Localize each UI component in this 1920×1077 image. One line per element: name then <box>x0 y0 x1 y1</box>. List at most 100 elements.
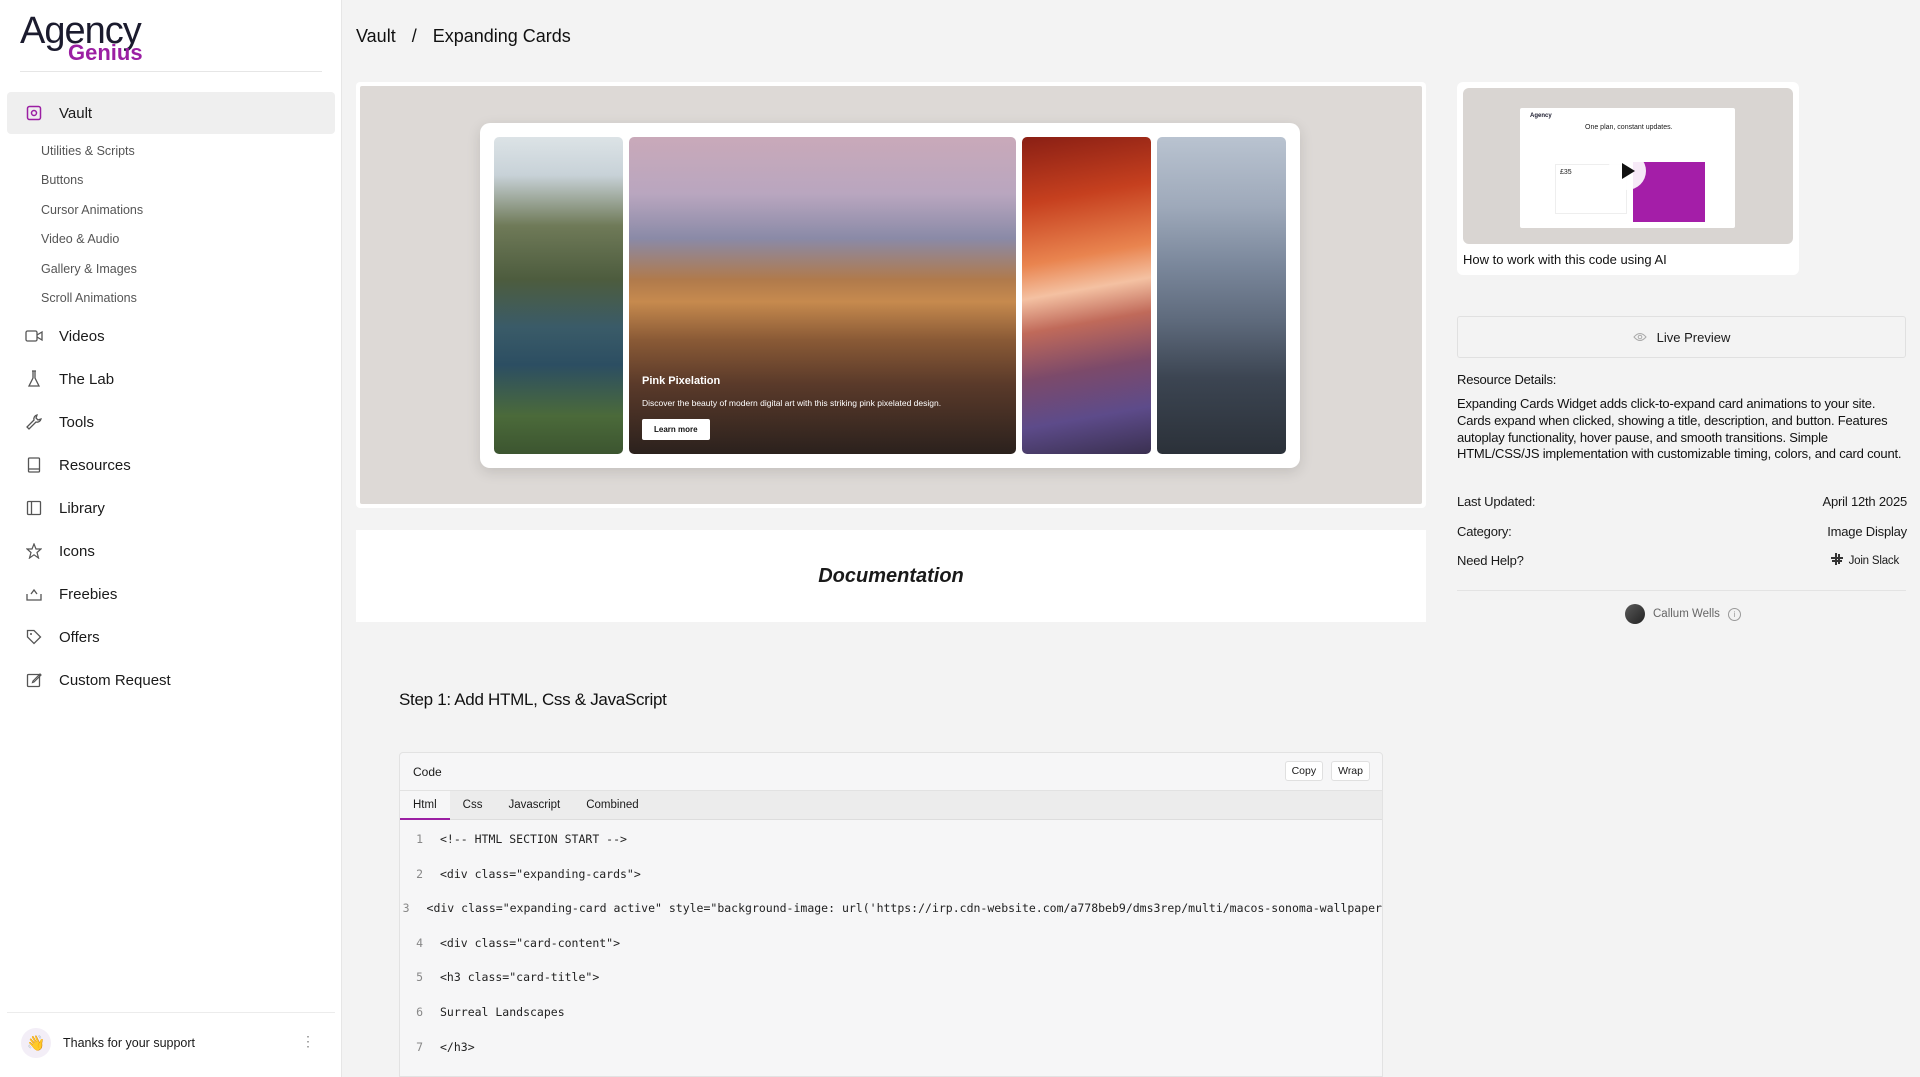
sidebar-item-label: Vault <box>59 104 93 122</box>
code-tabs: Html Css Javascript Combined <box>400 790 1382 820</box>
sidebar-subitem-buttons[interactable]: Buttons <box>41 170 83 190</box>
sidebar-item-label: Tools <box>59 413 95 431</box>
last-updated-value: April 12th 2025 <box>1822 494 1908 509</box>
sidebar-item-label: Offers <box>59 628 100 646</box>
card-description: Discover the beauty of modern digital ar… <box>642 398 942 408</box>
expanding-card-3[interactable] <box>1022 137 1151 454</box>
slack-icon <box>1830 553 1843 568</box>
edit-icon <box>25 671 43 689</box>
wrench-icon <box>25 413 43 431</box>
join-slack-link[interactable]: Join Slack <box>1830 553 1900 568</box>
sidebar-item-offers[interactable]: Offers <box>7 616 335 658</box>
documentation-header: Documentation <box>356 530 1426 622</box>
line-number: 4 <box>416 935 423 950</box>
line-code: <div class="card-content"> <box>440 935 621 950</box>
play-icon[interactable] <box>1608 152 1646 190</box>
line-code: </h3> <box>440 1039 475 1054</box>
category-row: Category: Image Display <box>1457 524 1907 539</box>
copy-button[interactable]: Copy <box>1284 761 1324 781</box>
preview-canvas: Pink Pixelation Discover the beauty of m… <box>360 86 1422 504</box>
sidebar-subitem-utilities[interactable]: Utilities & Scripts <box>41 141 135 161</box>
code-editor[interactable]: 1 <!-- HTML SECTION START --> 2 <div class=… <box>400 820 1382 1074</box>
video-thumbnail[interactable]: Agency One plan, constant updates. £35 <box>1463 88 1793 244</box>
sidebar-item-library[interactable]: Library <box>7 487 335 529</box>
sidebar-subitem-scroll-animations[interactable]: Scroll Animations <box>41 288 137 308</box>
thumb-headline: One plan, constant updates. <box>1585 124 1673 131</box>
breadcrumb-root[interactable]: Vault <box>356 26 396 47</box>
breadcrumb: Vault / Expanding Cards <box>356 26 571 47</box>
live-preview-button[interactable]: Live Preview <box>1457 316 1906 358</box>
expanding-card-1[interactable] <box>494 137 623 454</box>
author-info[interactable]: Callum Wells i <box>1625 604 1741 624</box>
logo[interactable]: Agency Genius <box>20 12 170 65</box>
expanding-cards-widget: Pink Pixelation Discover the beauty of m… <box>480 123 1300 468</box>
code-line: 1 <!-- HTML SECTION START --> <box>400 832 1382 867</box>
documentation-title: Documentation <box>818 564 964 587</box>
preview-frame: Pink Pixelation Discover the beauty of m… <box>356 82 1426 508</box>
live-preview-label: Live Preview <box>1656 329 1731 345</box>
sidebar-item-tools[interactable]: Tools <box>7 401 335 443</box>
star-icon <box>25 542 43 560</box>
code-line: 4 <div class="card-content"> <box>400 936 1382 971</box>
tag-icon <box>25 628 43 646</box>
category-label: Category: <box>1457 524 1512 539</box>
vault-icon <box>25 104 43 122</box>
sidebar-item-label: Custom Request <box>59 671 171 689</box>
support-footer[interactable]: 👋 Thanks for your support ⋮ <box>7 1012 335 1072</box>
line-number: 6 <box>416 1004 423 1019</box>
sidebar-subitem-gallery-images[interactable]: Gallery & Images <box>41 259 137 279</box>
info-icon[interactable]: i <box>1727 607 1741 621</box>
sidebar-item-videos[interactable]: Videos <box>7 315 335 357</box>
video-camera-icon <box>25 327 43 345</box>
category-value: Image Display <box>1827 524 1907 539</box>
support-label: Thanks for your support <box>63 1035 196 1050</box>
sidebar-item-label: Resources <box>59 456 131 474</box>
gift-icon <box>25 585 43 603</box>
tab-javascript[interactable]: Javascript <box>495 791 573 820</box>
sidebar-item-label: Library <box>59 499 105 517</box>
sidebar-item-the-lab[interactable]: The Lab <box>7 358 335 400</box>
line-code: <h3 class="card-title"> <box>440 970 600 985</box>
line-number: 5 <box>416 970 423 985</box>
last-updated-row: Last Updated: April 12th 2025 <box>1457 494 1907 509</box>
line-code: <div class="expanding-cards"> <box>440 866 641 881</box>
sidebar-item-label: The Lab <box>59 370 115 388</box>
code-line: 6 Surreal Landscapes <box>400 1005 1382 1040</box>
sidebar-item-label: Icons <box>59 542 95 560</box>
line-number: 7 <box>416 1039 423 1054</box>
tab-html[interactable]: Html <box>400 790 450 820</box>
sidebar-item-icons[interactable]: Icons <box>7 530 335 572</box>
thumb-logo: Agency <box>1530 113 1552 119</box>
more-options-icon[interactable]: ⋮ <box>301 1033 315 1050</box>
sidebar-item-freebies[interactable]: Freebies <box>7 573 335 615</box>
eye-icon <box>1632 330 1647 345</box>
thumb-price: £35 <box>1560 169 1572 176</box>
avatar <box>1625 604 1645 624</box>
video-caption: How to work with this code using AI <box>1463 252 1667 267</box>
expanding-card-4[interactable] <box>1157 137 1286 454</box>
tab-css[interactable]: Css <box>450 791 496 820</box>
sidebar-item-resources[interactable]: Resources <box>7 444 335 486</box>
library-icon <box>25 499 43 517</box>
sidebar: Agency Genius Vault Utilities & Scripts … <box>0 0 342 1077</box>
code-line: 2 <div class="expanding-cards"> <box>400 867 1382 902</box>
video-tutorial-card[interactable]: Agency One plan, constant updates. £35 H… <box>1457 82 1799 275</box>
join-slack-label: Join Slack <box>1848 554 1900 567</box>
sidebar-item-label: Freebies <box>59 585 118 603</box>
sidebar-item-vault[interactable]: Vault <box>7 92 335 134</box>
expanding-card-active[interactable]: Pink Pixelation Discover the beauty of m… <box>629 137 1016 454</box>
learn-more-button[interactable]: Learn more <box>642 419 710 440</box>
sidebar-subitem-cursor-animations[interactable]: Cursor Animations <box>41 200 143 220</box>
code-line: 3 <div class="expanding-card active" styl… <box>400 901 1382 936</box>
divider <box>1457 590 1906 591</box>
code-block: Code Copy Wrap Html Css Javascript Combi… <box>399 752 1383 1077</box>
tab-combined[interactable]: Combined <box>573 791 651 820</box>
card-title: Pink Pixelation <box>642 375 721 387</box>
wrap-button[interactable]: Wrap <box>1331 761 1370 781</box>
code-header: Code Copy Wrap <box>400 753 1382 791</box>
sidebar-item-label: Videos <box>59 327 105 345</box>
sidebar-subitem-video-audio[interactable]: Video & Audio <box>41 229 119 249</box>
sidebar-item-custom-request[interactable]: Custom Request <box>7 659 335 701</box>
line-code: <!-- HTML SECTION START --> <box>440 832 627 846</box>
breadcrumb-current: Expanding Cards <box>432 26 571 46</box>
